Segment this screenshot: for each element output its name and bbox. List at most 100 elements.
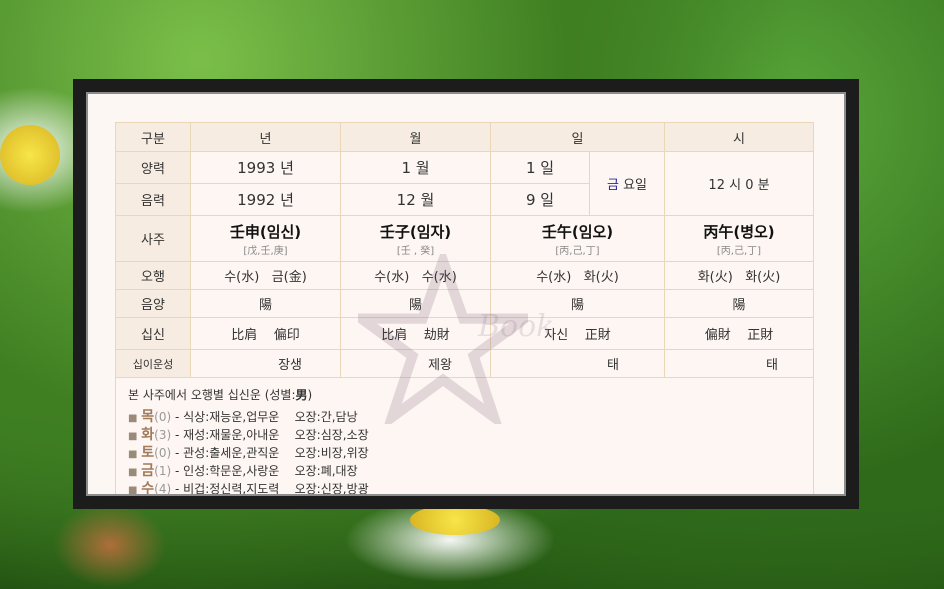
weekday-cell: 금 요일 (589, 151, 665, 216)
square-bullet-icon: ■ (128, 431, 138, 442)
square-bullet-icon: ■ (128, 485, 138, 496)
ohaeng-month: 수(水) 수(水) (340, 261, 491, 290)
summary-item: ■ 화(3) - 재성:재물운,아내운 오장:심장,소장 (128, 427, 801, 445)
summary-item: ■ 수(4) - 비겁:정신력,지도력 오장:신장,방광 (128, 481, 801, 496)
saju-frame: 구분 년 월 일 시 양력 1993 년 1 월 1 일 금 요일 12 시 0… (73, 79, 859, 509)
summary-desc: - 비겁:정신력,지도력 (171, 482, 280, 496)
sipsin-row: 십신 比肩 偏印 比肩 劫財 자신 正財 偏財 正財 (115, 317, 814, 350)
pillar-hidden: [丙,己,丁] (716, 245, 762, 257)
pillar-hour: 丙午(병오) [丙,己,丁] (664, 215, 814, 262)
summary-element: 화 (141, 427, 155, 443)
header-row: 구분 년 월 일 시 (115, 122, 814, 152)
header-category: 구분 (115, 122, 191, 152)
summary-count: (4) (154, 482, 172, 496)
ohaeng-value: 금(金) (271, 270, 307, 285)
summary-item: ■ 목(0) - 식상:재능운,업무운 오장:간,담낭 (128, 409, 801, 427)
unseong-year: 장생 (190, 349, 341, 378)
summary-cell: 본 사주에서 오행별 십신운 (성별:男) ■ 목(0) - 식상:재능운,업무… (115, 377, 814, 496)
pillar-name: 壬子(임자) (379, 222, 452, 241)
summary-element: 목 (141, 409, 155, 425)
summary-organs: 오장:폐,대장 (294, 464, 358, 478)
summary-row: 본 사주에서 오행별 십신운 (성별:男) ■ 목(0) - 식상:재능운,업무… (115, 377, 814, 496)
summary-count: (0) (154, 410, 172, 424)
pillar-name: 丙午(병오) (703, 222, 775, 241)
lunar-month: 12 월 (340, 183, 491, 216)
sipsin-year: 比肩 偏印 (190, 317, 341, 350)
unseong-month: 제왕 (340, 349, 491, 378)
summary-desc: - 인성:학문운,사랑운 (171, 464, 280, 478)
solar-label: 양력 (115, 151, 191, 184)
summary-organs: 오장:비장,위장 (294, 446, 369, 460)
pillar-hidden: [壬 , 癸] (396, 245, 435, 257)
header-hour: 시 (664, 122, 814, 152)
saju-panel: 구분 년 월 일 시 양력 1993 년 1 월 1 일 금 요일 12 시 0… (86, 92, 846, 496)
ohaeng-year: 수(水) 금(金) (190, 261, 341, 290)
sipsin-value: 偏印 (273, 328, 300, 343)
ohaeng-day: 수(水) 화(火) (490, 261, 665, 290)
sipsin-label: 십신 (115, 317, 191, 350)
summary-desc: - 식상:재능운,업무운 (171, 410, 280, 424)
summary-element: 토 (141, 445, 155, 461)
header-month: 월 (340, 122, 491, 152)
saju-row: 사주 壬申(임신) [戊,壬,庚] 壬子(임자) [壬 , 癸] 壬午(임오) [丙,… (115, 215, 814, 262)
pillar-month: 壬子(임자) [壬 , 癸] (340, 215, 491, 262)
pillar-hidden: [丙,己,丁] (555, 245, 600, 257)
ohaeng-value: 수(水) (224, 270, 260, 285)
sipsin-value: 比肩 (381, 328, 408, 343)
sipsin-hour: 偏財 正財 (664, 317, 814, 350)
pillar-hidden: [戊,壬,庚] (243, 245, 288, 257)
eumyang-month: 陽 (340, 289, 491, 318)
saju-label: 사주 (115, 215, 191, 262)
bg-flower-center-bottom (410, 505, 500, 535)
eumyang-year: 陽 (190, 289, 341, 318)
pillar-day: 壬午(임오) [丙,己,丁] (490, 215, 665, 262)
summary-count: (0) (154, 446, 172, 460)
ohaeng-value: 수(水) (374, 270, 410, 285)
unseong-row: 십이운성 장생 제왕 태 태 (115, 349, 814, 378)
summary-title: 본 사주에서 오행별 십신운 (성별:男) (128, 386, 801, 403)
ohaeng-value: 화(火) (697, 270, 733, 285)
unseong-label: 십이운성 (115, 349, 191, 378)
ohaeng-hour: 화(火) 화(火) (664, 261, 814, 290)
eumyang-hour: 陽 (664, 289, 814, 318)
summary-count: (1) (154, 464, 172, 478)
pillar-name: 壬午(임오) (541, 222, 614, 241)
eumyang-row: 음양 陽 陽 陽 陽 (115, 289, 814, 318)
watermark-text: Book (478, 309, 555, 344)
summary-item: ■ 금(1) - 인성:학문운,사랑운 오장:폐,대장 (128, 463, 801, 481)
eumyang-label: 음양 (115, 289, 191, 318)
header-day: 일 (490, 122, 665, 152)
sipsin-value: 正財 (747, 328, 774, 343)
summary-organs: 오장:심장,소장 (294, 428, 369, 442)
time-cell: 12 시 0 분 (664, 151, 814, 216)
ohaeng-value: 수(水) (536, 270, 572, 285)
square-bullet-icon: ■ (128, 467, 138, 478)
solar-year: 1993 년 (190, 151, 341, 184)
summary-gender: 男 (295, 388, 308, 402)
summary-desc: - 관성:출세운,관직운 (171, 446, 280, 460)
pillar-name: 壬申(임신) (229, 222, 302, 241)
solar-month: 1 월 (340, 151, 491, 184)
unseong-hour: 태 (664, 349, 814, 378)
summary-element: 수 (141, 481, 155, 496)
ohaeng-row: 오행 수(水) 금(金) 수(水) 수(水) 수(水) 화(火) 화(火) 화(… (115, 261, 814, 290)
summary-title-prefix: 본 사주에서 오행별 십신운 (성별: (128, 388, 296, 402)
saju-table: 구분 년 월 일 시 양력 1993 년 1 월 1 일 금 요일 12 시 0… (115, 122, 814, 496)
square-bullet-icon: ■ (128, 449, 138, 460)
summary-element: 금 (141, 463, 155, 479)
summary-count: (3) (154, 428, 172, 442)
ohaeng-value: 화(火) (745, 270, 781, 285)
summary-title-suffix: ) (307, 388, 313, 402)
summary-organs: 오장:신장,방광 (294, 482, 369, 496)
solar-day: 1 일 (490, 151, 590, 184)
solar-row: 양력 1993 년 1 월 1 일 금 요일 12 시 0 분 (115, 151, 814, 216)
sipsin-value: 偏財 (704, 328, 731, 343)
square-bullet-icon: ■ (128, 413, 138, 424)
weekday-char: 금 (606, 178, 619, 193)
unseong-day: 태 (490, 349, 665, 378)
summary-organs: 오장:간,담낭 (294, 410, 358, 424)
summary-desc: - 재성:재물운,아내운 (171, 428, 280, 442)
lunar-year: 1992 년 (190, 183, 341, 216)
sipsin-value: 正財 (584, 328, 611, 343)
lunar-label: 음력 (115, 183, 191, 216)
